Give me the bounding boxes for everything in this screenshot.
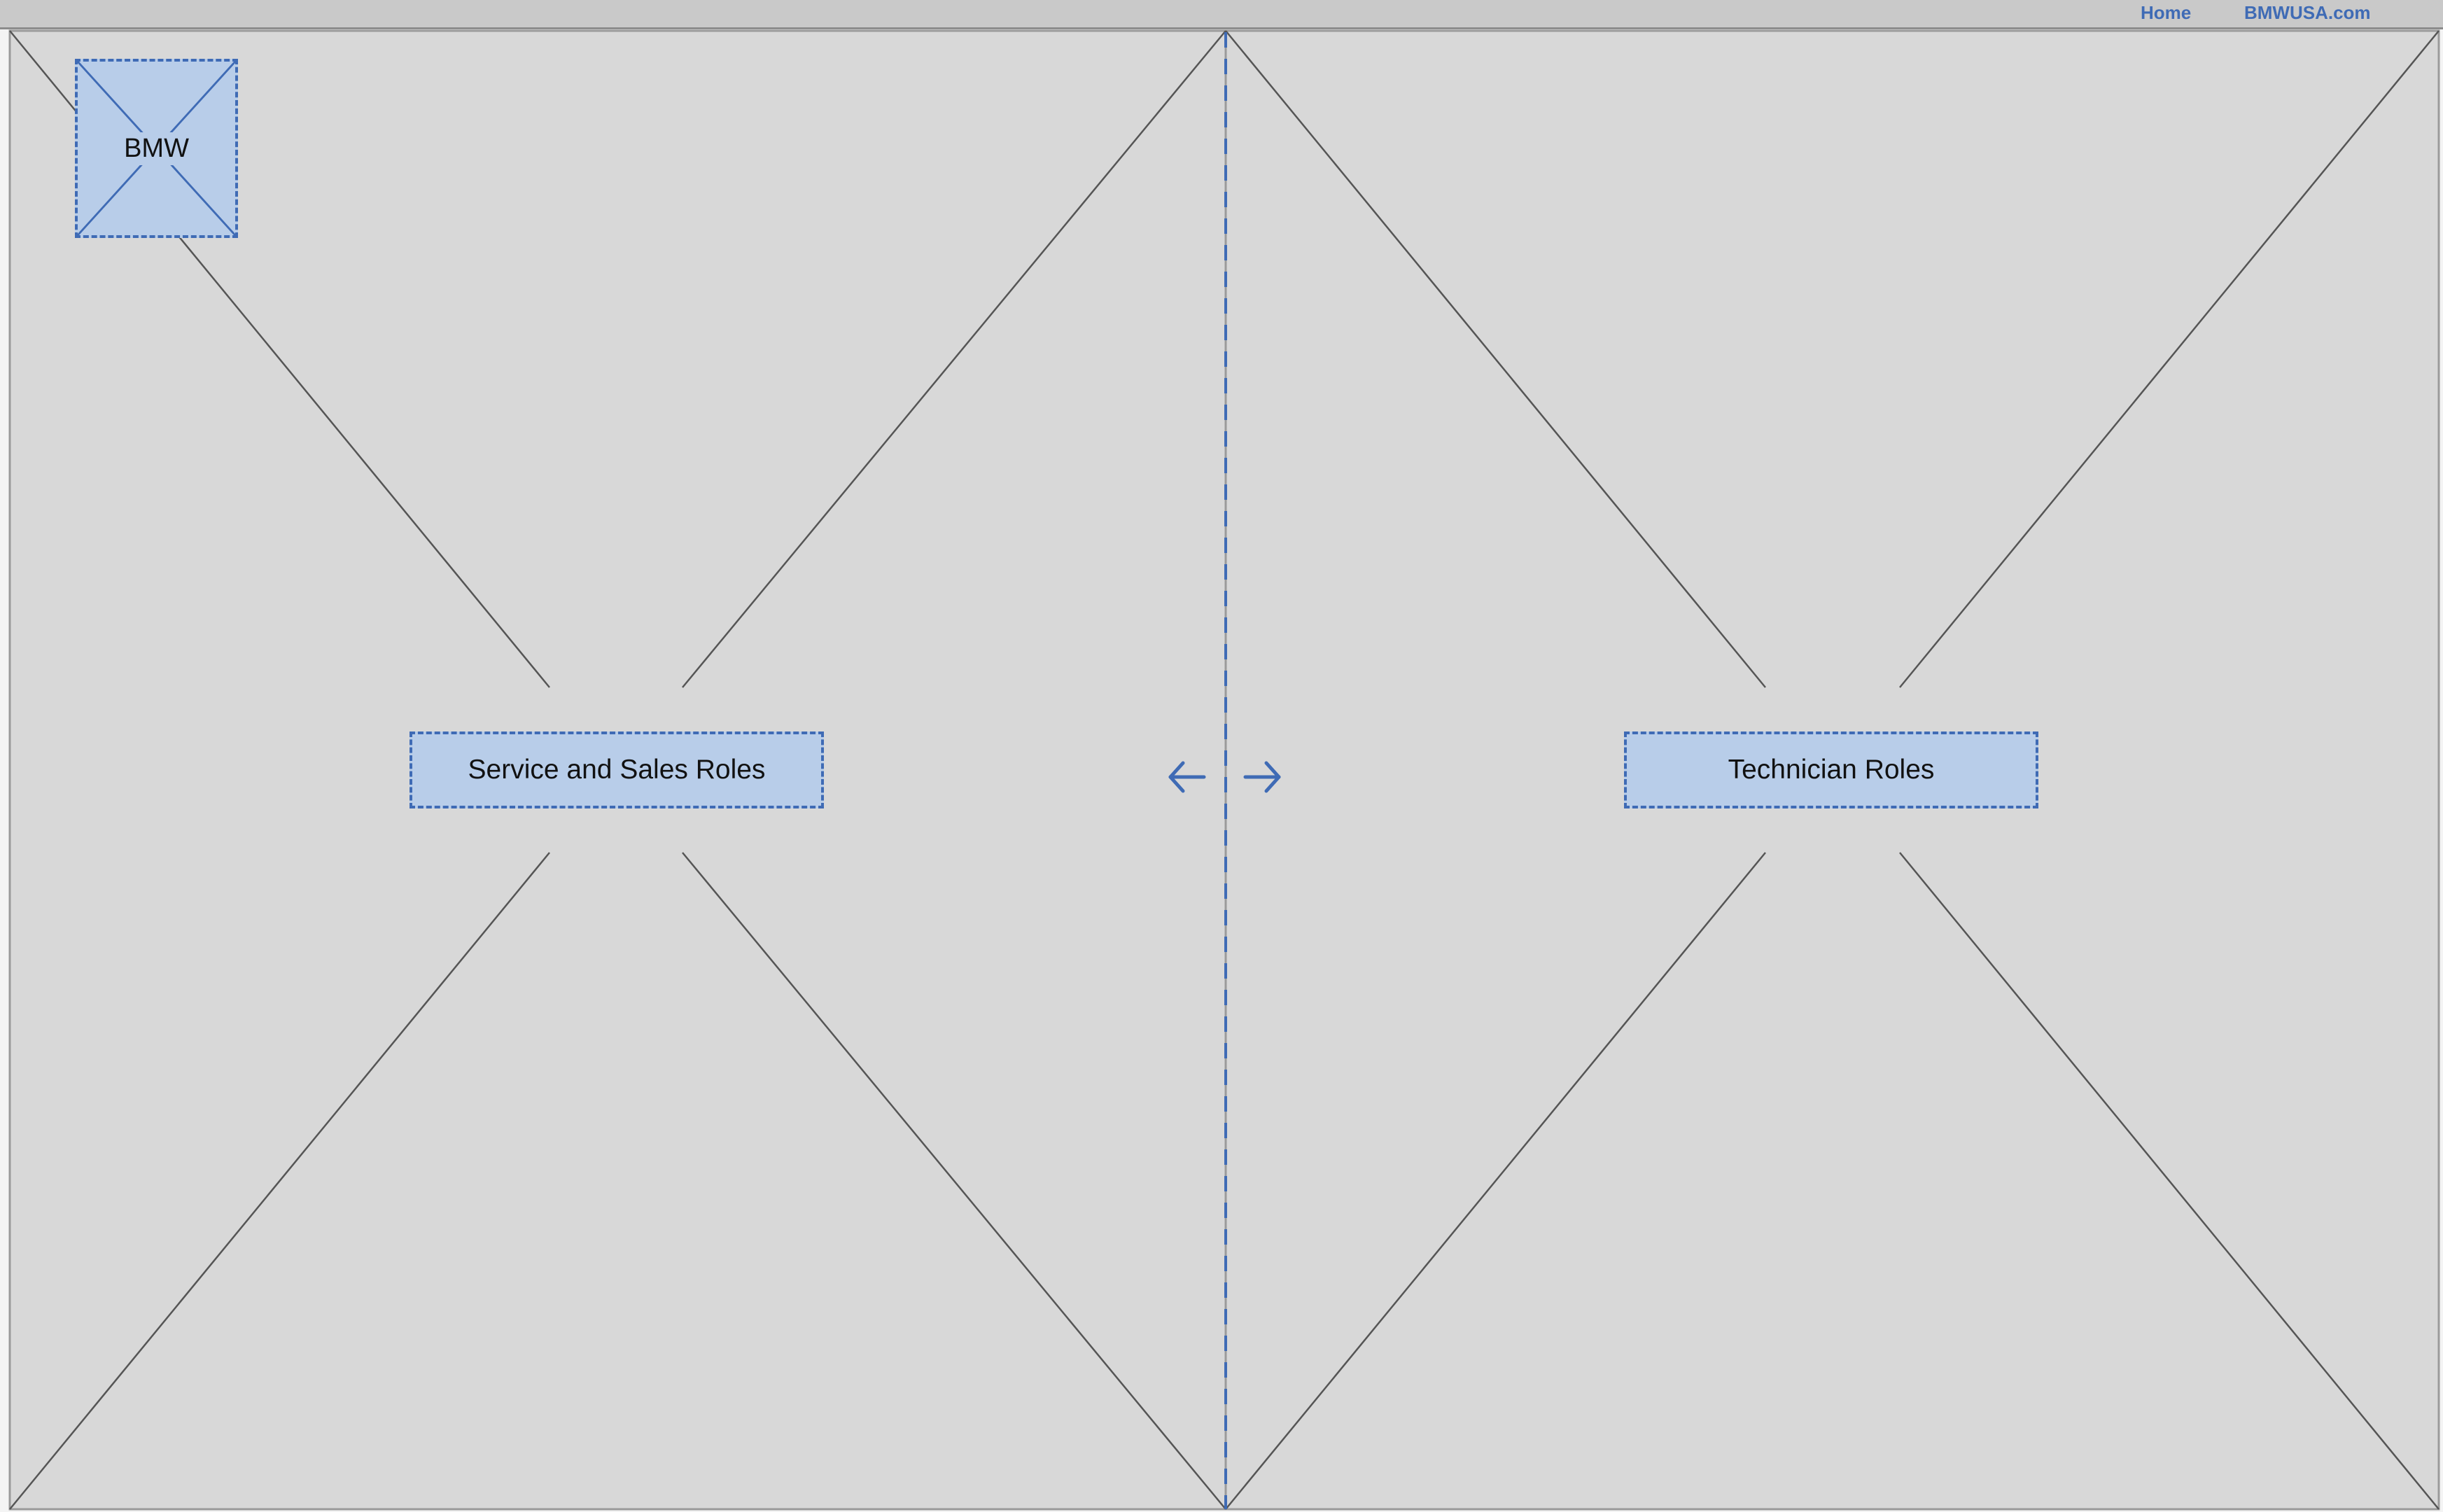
logo-label-wrap: BMW <box>78 62 235 235</box>
hero-image-panels <box>8 29 2440 1511</box>
arrow-right-icon[interactable] <box>1241 757 1283 797</box>
service-sales-roles-button[interactable]: Service and Sales Roles <box>410 732 824 808</box>
technician-roles-button[interactable]: Technician Roles <box>1624 732 2038 808</box>
logo-label: BMW <box>121 132 192 165</box>
arrow-left-icon[interactable] <box>1166 757 1208 797</box>
bmw-logo-placeholder[interactable]: BMW <box>75 59 238 238</box>
